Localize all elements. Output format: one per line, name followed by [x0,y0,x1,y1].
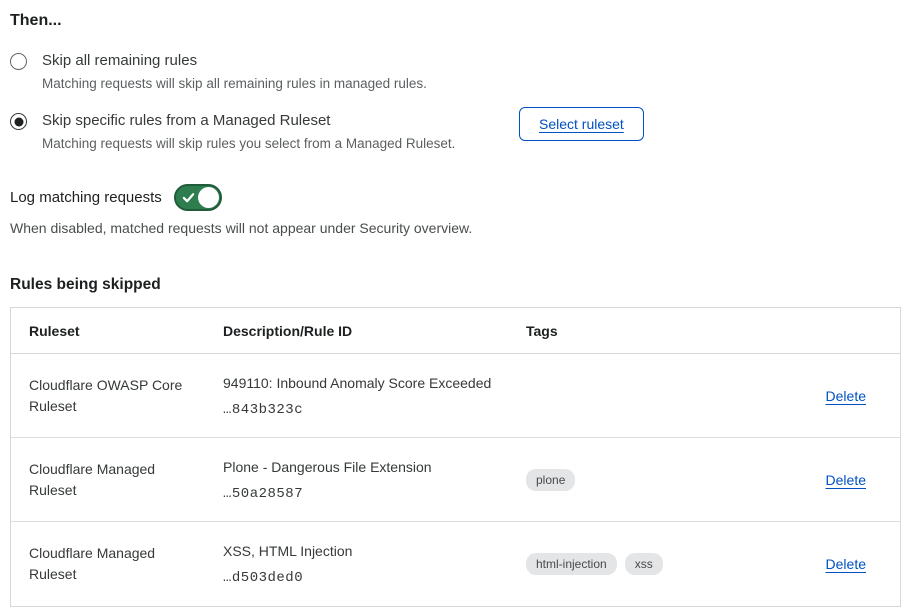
option-skip-specific-rules-label[interactable]: Skip specific rules from a Managed Rules… [42,110,455,132]
radio-skip-specific-rules[interactable] [10,113,27,130]
check-icon [182,191,195,204]
tag-pill: xss [625,553,663,575]
waf-skip-rule-panel: Then... Skip all remaining rules Matchin… [0,0,911,607]
tags-cell: html-injection xss [526,522,741,606]
column-header-description: Description/Rule ID [223,308,526,354]
delete-link[interactable]: Delete [826,472,866,488]
ruleset-cell: Cloudflare Managed Ruleset [11,522,223,606]
select-ruleset-button[interactable]: Select ruleset [519,107,644,141]
table-row: Cloudflare Managed Ruleset Plone - Dange… [11,438,900,522]
delete-link[interactable]: Delete [826,556,866,572]
log-toggle-label: Log matching requests [10,189,162,206]
radio-skip-all-rules[interactable] [10,53,27,70]
ruleset-cell: Cloudflare OWASP Core Ruleset [11,354,223,438]
table-body: Cloudflare OWASP Core Ruleset 949110: In… [11,354,900,606]
option-skip-specific-rules: Skip specific rules from a Managed Rules… [10,110,901,154]
rule-description: Plone - Dangerous File Extension [223,458,526,477]
tag-pill: html-injection [526,553,617,575]
column-header-actions [741,308,900,354]
rule-id: …843b323c [223,402,526,418]
column-header-tags: Tags [526,308,741,354]
option-skip-all-rules-label[interactable]: Skip all remaining rules [42,50,427,72]
skipped-rules-table: Ruleset Description/Rule ID Tags Cloudfl… [10,307,901,607]
tags-cell [526,354,741,438]
then-section-title: Then... [10,12,901,30]
option-skip-all-rules-description: Matching requests will skip all remainin… [42,74,427,94]
column-header-ruleset: Ruleset [11,308,223,354]
ruleset-cell: Cloudflare Managed Ruleset [11,438,223,522]
rule-description: XSS, HTML Injection [223,542,526,561]
option-skip-all-rules: Skip all remaining rules Matching reques… [10,50,901,94]
rule-description: 949110: Inbound Anomaly Score Exceeded [223,374,526,393]
option-skip-specific-rules-description: Matching requests will skip rules you se… [42,134,455,154]
rules-being-skipped-title: Rules being skipped [10,276,901,294]
toggle-knob[interactable] [198,187,219,208]
delete-link[interactable]: Delete [826,388,866,404]
log-matching-requests-row: Log matching requests [10,184,901,211]
tag-pill: plone [526,469,575,491]
table-row: Cloudflare Managed Ruleset XSS, HTML Inj… [11,522,900,606]
tags-cell: plone [526,438,741,522]
log-toggle-description: When disabled, matched requests will not… [10,218,901,238]
table-row: Cloudflare OWASP Core Ruleset 949110: In… [11,354,900,438]
log-toggle[interactable] [174,184,222,211]
rule-id: …50a28587 [223,486,526,502]
rule-id: …d503ded0 [223,570,526,586]
table-header-row: Ruleset Description/Rule ID Tags [11,308,900,354]
